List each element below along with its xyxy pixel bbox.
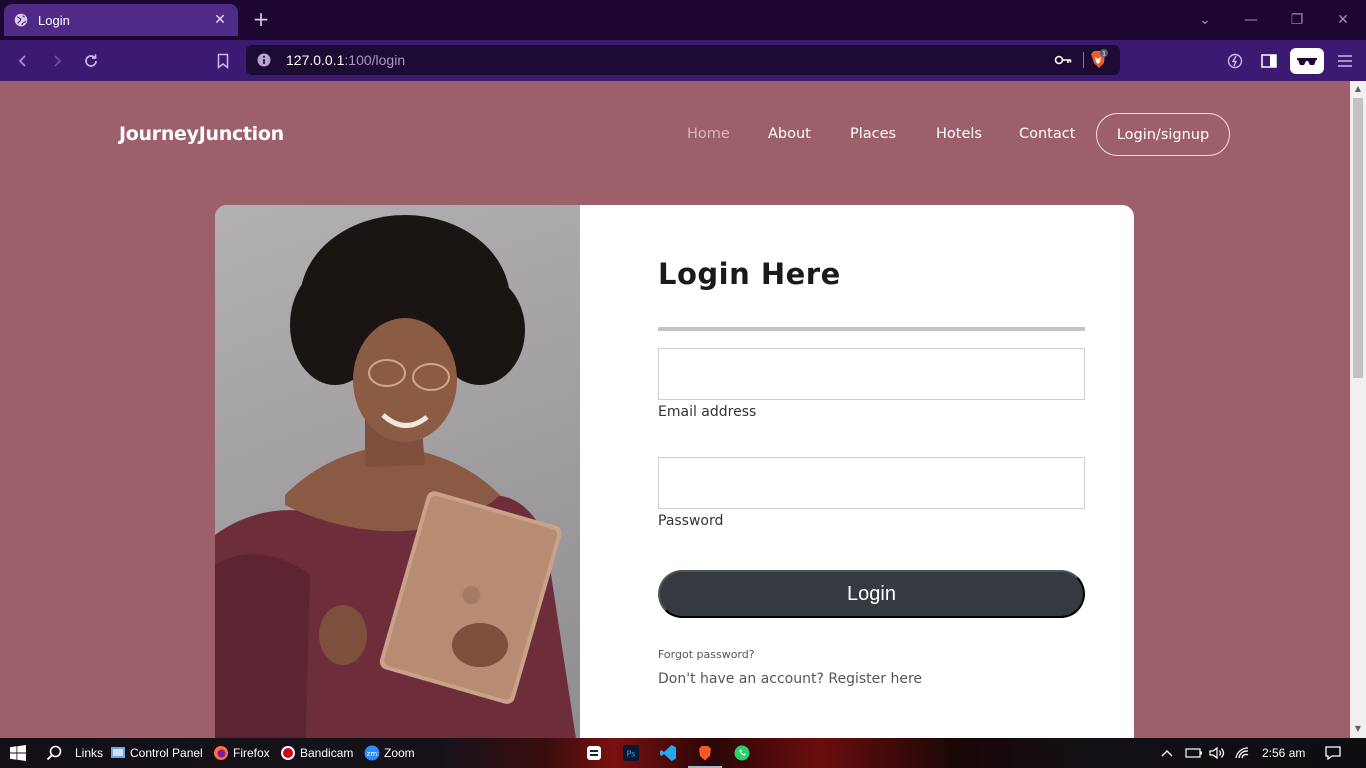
taskbar-whatsapp[interactable] — [734, 738, 750, 768]
nav-home[interactable]: Home — [687, 126, 730, 142]
scrollbar-thumb[interactable] — [1353, 98, 1363, 378]
taskbar-bandicam[interactable]: Bandicam — [280, 738, 353, 768]
site-brand-logo[interactable]: JourneyJunction — [119, 123, 284, 145]
control-panel-icon — [110, 745, 126, 761]
restore-button[interactable]: ❐ — [1285, 8, 1309, 32]
windows-logo-icon — [10, 745, 26, 761]
address-bar-divider — [1083, 52, 1084, 68]
page-viewport: JourneyJunction Home About Places Hotels… — [0, 81, 1350, 738]
url-host: 127.0.0.1 — [286, 52, 345, 68]
register-link[interactable]: Don't have an account? Register here — [658, 671, 922, 687]
taskbar-firefox[interactable]: Firefox — [213, 738, 270, 768]
taskbar-photoshop[interactable]: Ps — [623, 738, 639, 768]
zoom-icon: zm — [364, 745, 380, 761]
photoshop-icon: Ps — [623, 745, 639, 761]
email-field[interactable] — [658, 348, 1085, 400]
arrow-left-icon — [18, 55, 26, 67]
reload-icon — [85, 54, 97, 67]
sidebar-icon — [1261, 54, 1277, 68]
bookmark-button[interactable] — [210, 48, 236, 74]
menu-button[interactable] — [1332, 48, 1358, 74]
links-label: Links — [75, 746, 104, 760]
search-button[interactable] — [46, 738, 62, 768]
reload-button[interactable] — [78, 48, 104, 74]
vscode-icon — [660, 745, 676, 761]
svg-text:zm: zm — [367, 750, 378, 758]
password-label: Password — [658, 513, 724, 529]
woman-with-tablet-photo — [215, 205, 580, 738]
taskbar-vscode[interactable] — [660, 738, 676, 768]
forgot-password-link[interactable]: Forgot password? — [658, 648, 755, 661]
zoom-label: Zoom — [384, 746, 415, 760]
arrow-right-icon — [54, 55, 62, 67]
bookmark-icon — [217, 53, 229, 69]
wifi-icon[interactable] — [1234, 738, 1250, 768]
search-icon — [46, 745, 62, 761]
email-label: Email address — [658, 404, 757, 420]
back-button[interactable] — [10, 48, 36, 74]
windows-taskbar: Links Control Panel Firefox Bandicam zm … — [0, 738, 1366, 768]
control-panel-label: Control Panel — [130, 746, 203, 760]
browser-tab[interactable]: Login ✕ — [4, 4, 238, 36]
minimize-button[interactable]: — — [1239, 8, 1263, 32]
url-path: :100/login — [344, 52, 406, 68]
tray-overflow-icon[interactable] — [1161, 738, 1173, 768]
taskbar-zoom[interactable]: zm Zoom — [364, 738, 415, 768]
app-tile-icon — [587, 746, 601, 760]
leo-icon — [1227, 53, 1243, 69]
volume-icon[interactable] — [1209, 738, 1225, 768]
shields-count: 1 — [1102, 51, 1106, 58]
firefox-label: Firefox — [233, 746, 270, 760]
tab-title: Login — [38, 12, 70, 28]
vpn-button[interactable] — [1290, 48, 1324, 74]
brave-icon — [699, 746, 711, 761]
clock[interactable]: 2:56 am — [1262, 738, 1305, 768]
login-signup-button[interactable]: Login/signup — [1096, 113, 1230, 156]
battery-icon[interactable] — [1185, 738, 1203, 768]
close-tab-icon[interactable]: ✕ — [212, 12, 228, 28]
password-key-icon[interactable] — [1054, 52, 1072, 72]
leo-ai-button[interactable] — [1222, 48, 1248, 74]
firefox-icon — [213, 745, 229, 761]
bandicam-icon — [280, 745, 296, 761]
brave-shields-icon[interactable]: 1 — [1088, 49, 1110, 71]
password-field[interactable] — [658, 457, 1085, 509]
scroll-up-icon[interactable]: ▲ — [1353, 84, 1363, 93]
bandicam-label: Bandicam — [300, 746, 354, 760]
tab-search-icon[interactable]: ⌄ — [1193, 8, 1217, 32]
nav-contact[interactable]: Contact — [1019, 126, 1075, 142]
scroll-down-icon[interactable]: ▼ — [1353, 724, 1363, 733]
title-divider — [658, 327, 1085, 331]
taskbar-links[interactable]: Links — [75, 738, 103, 768]
nav-about[interactable]: About — [768, 126, 811, 142]
whatsapp-icon — [734, 745, 750, 761]
nav-places[interactable]: Places — [850, 126, 896, 142]
glasses-icon — [1297, 58, 1317, 65]
start-button[interactable] — [10, 738, 26, 768]
hamburger-menu-icon — [1338, 55, 1352, 67]
close-window-button[interactable]: ✕ — [1331, 8, 1355, 32]
taskbar-app-1[interactable] — [586, 738, 602, 768]
login-card: Login Here Email address Password Login … — [215, 205, 1134, 738]
site-info-icon[interactable] — [256, 52, 272, 68]
notifications-icon[interactable] — [1325, 738, 1341, 768]
login-button[interactable]: Login — [658, 570, 1085, 618]
sidebar-toggle-button[interactable] — [1256, 48, 1282, 74]
taskbar-brave[interactable] — [697, 738, 713, 768]
taskbar-control-panel[interactable]: Control Panel — [110, 738, 203, 768]
nav-hotels[interactable]: Hotels — [936, 126, 982, 142]
forward-button[interactable] — [44, 48, 70, 74]
new-tab-button[interactable]: + — [250, 9, 272, 31]
globe-icon — [14, 13, 28, 27]
login-title: Login Here — [658, 257, 841, 291]
browser-tab-strip: Login ✕ + ⌄ — ❐ ✕ — [0, 0, 1366, 40]
address-bar[interactable]: 127.0.0.1:100/login 1 — [246, 45, 1120, 75]
svg-text:Ps: Ps — [627, 750, 636, 759]
